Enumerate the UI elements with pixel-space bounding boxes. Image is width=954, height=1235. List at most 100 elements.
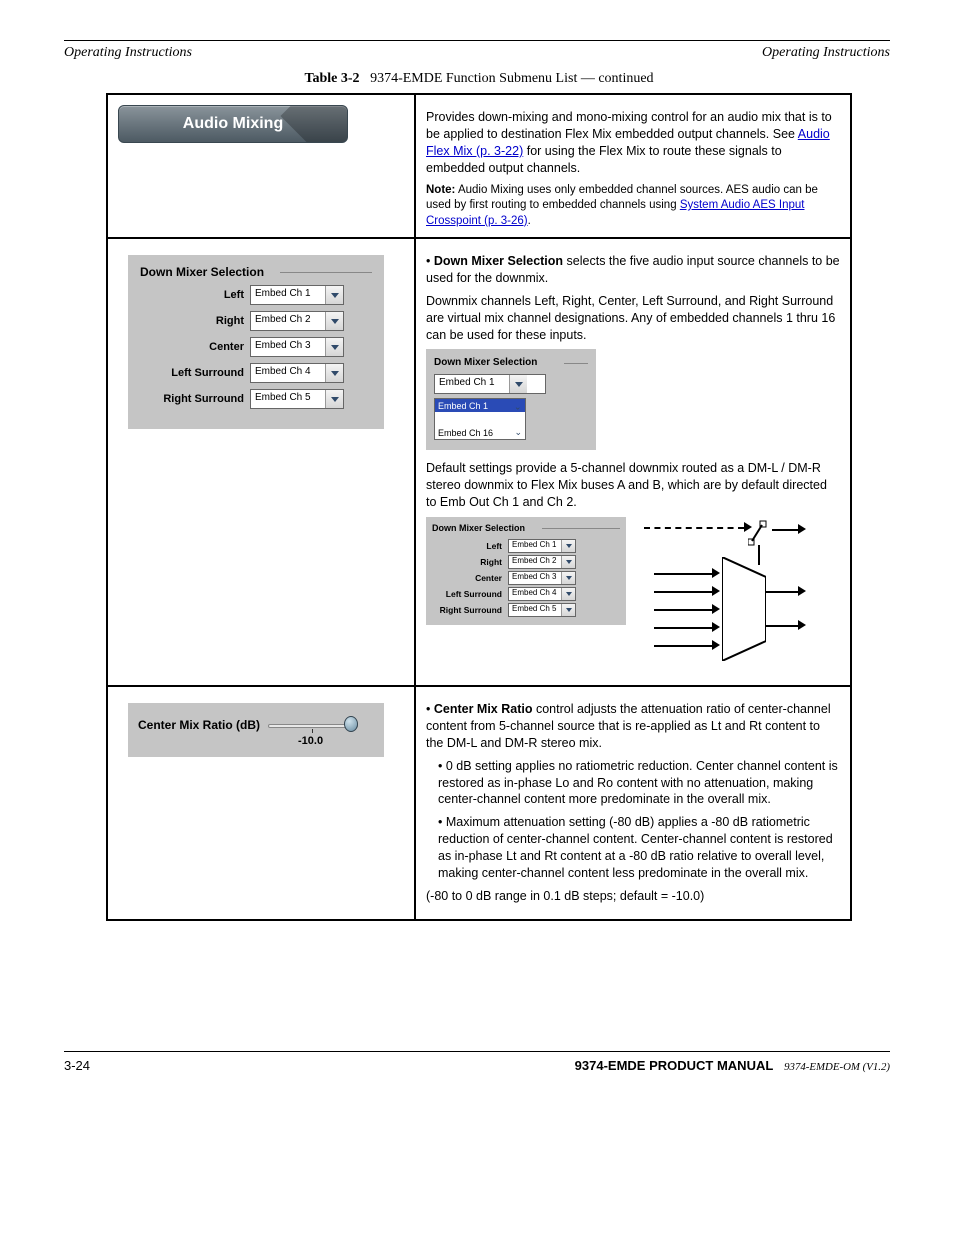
downmix-select-value: Embed Ch 3 <box>251 338 325 356</box>
downmix-select-value: Embed Ch 1 <box>435 375 509 393</box>
center-mix-slider[interactable] <box>268 717 358 733</box>
downmix-panel-mini: Down Mixer Selection Left Embed Ch 1 Rig… <box>426 517 626 625</box>
row1-left: Audio Mixing <box>107 94 415 238</box>
header-left: Operating Instructions <box>64 45 192 61</box>
header-right: Operating Instructions <box>762 45 890 61</box>
downmix-row: Right Surround Embed Ch 5 <box>140 389 372 409</box>
downmix-row: Left Embed Ch 1 <box>140 285 372 305</box>
note-label: Note: <box>426 184 455 196</box>
caption-title: 9374-EMDE Function Submenu List — contin… <box>370 71 653 86</box>
downmix-panel: Down Mixer Selection Left Embed Ch 1 Rig… <box>128 255 384 429</box>
chevron-down-icon[interactable] <box>325 286 343 304</box>
chevron-down-icon[interactable] <box>325 364 343 382</box>
downmix-select-value: Embed Ch 2 <box>251 312 325 330</box>
downmix-select[interactable]: Embed Ch 1 <box>434 374 546 394</box>
chevron-down-icon[interactable] <box>325 390 343 408</box>
downmix-dd-title: Down Mixer Selection <box>434 357 588 368</box>
row3-left: Center Mix Ratio (dB) -10.0 <box>107 686 415 920</box>
downmix-mini-row: Right Embed Ch 2 <box>432 555 620 569</box>
downmix-mini-select-1[interactable]: Embed Ch 2 <box>508 555 576 569</box>
center-mix-value: -10.0 <box>298 735 374 747</box>
row3-item-1: Maximum attenuation setting (-80 dB) app… <box>438 815 833 880</box>
downmix-select-value: Embed Ch 1 <box>251 286 325 304</box>
downmix-row-label: Left <box>140 289 244 301</box>
table-caption: Table 3-2 9374-EMDE Function Submenu Lis… <box>106 71 852 87</box>
row2-desc-c: Default settings provide a 5-channel dow… <box>426 460 840 511</box>
downmix-row-label: Left Surround <box>140 367 244 379</box>
row3-right: • Center Mix Ratio control adjusts the a… <box>415 686 851 920</box>
downmix-mini-value: Embed Ch 2 <box>509 556 561 568</box>
downmix-select-1[interactable]: Embed Ch 2 <box>250 311 344 331</box>
downmix-mini-row: Right Surround Embed Ch 5 <box>432 603 620 617</box>
downmix-mini-label: Left <box>432 541 502 551</box>
chevron-down-icon[interactable] <box>325 338 343 356</box>
downmix-mini-value: Embed Ch 1 <box>509 540 561 552</box>
downmix-select-4[interactable]: Embed Ch 5 <box>250 389 344 409</box>
chevron-down-icon[interactable] <box>561 604 575 616</box>
chevron-down-icon[interactable] <box>561 556 575 568</box>
slider-thumb[interactable] <box>344 716 358 732</box>
downmix-dd-panel: Down Mixer Selection Embed Ch 1 Embed Ch… <box>426 349 596 450</box>
scroll-up-icon[interactable]: ⌃ <box>514 400 522 411</box>
downmix-mini-value: Embed Ch 3 <box>509 572 561 584</box>
downmix-mini-label: Left Surround <box>432 589 502 599</box>
page-header: Operating Instructions Operating Instruc… <box>64 40 890 61</box>
downmix-row: Right Embed Ch 2 <box>140 311 372 331</box>
footer-rev: 9374-EMDE-OM (V1.2) <box>784 1061 890 1073</box>
spec-table: Audio Mixing Provides down-mixing and mo… <box>106 93 852 921</box>
row3-item-0: 0 dB setting applies no ratiometric redu… <box>438 759 838 807</box>
downmix-mini-select-4[interactable]: Embed Ch 5 <box>508 603 576 617</box>
downmix-mini-row: Left Embed Ch 1 <box>432 539 620 553</box>
downmix-mini-value: Embed Ch 4 <box>509 588 561 600</box>
note-text: Audio Mixing uses only embedded channel … <box>426 184 818 227</box>
downmix-mini-title: Down Mixer Selection <box>432 523 620 533</box>
downmix-select-value: Embed Ch 4 <box>251 364 325 382</box>
downmix-mini-select-0[interactable]: Embed Ch 1 <box>508 539 576 553</box>
chevron-down-icon[interactable] <box>561 540 575 552</box>
downmix-mini-label: Center <box>432 573 502 583</box>
page-footer: 3-24 9374-EMDE PRODUCT MANUAL 9374-EMDE-… <box>64 1051 890 1073</box>
caption-prefix: Table 3-2 <box>304 71 359 86</box>
bullet-ctrmix: Center Mix Ratio <box>434 702 533 716</box>
bullet-downmix: Down Mixer Selection <box>434 254 563 268</box>
downmix-mini-select-2[interactable]: Embed Ch 3 <box>508 571 576 585</box>
downmix-row-label: Right Surround <box>140 393 244 405</box>
downmix-mini-label: Right <box>432 557 502 567</box>
downmix-dropdown-list[interactable]: Embed Ch 1 ⌃ Embed Ch 16 ⌄ <box>434 398 526 440</box>
row2-right: • Down Mixer Selection selects the five … <box>415 238 851 686</box>
downmix-mini-row: Center Embed Ch 3 <box>432 571 620 585</box>
footer-left: 3-24 <box>64 1058 90 1073</box>
chevron-down-icon[interactable] <box>509 375 527 393</box>
downmix-select-value: Embed Ch 5 <box>251 390 325 408</box>
downmix-select-3[interactable]: Embed Ch 4 <box>250 363 344 383</box>
audio-mixing-label: Audio Mixing <box>183 115 283 133</box>
downmix-row: Left Surround Embed Ch 4 <box>140 363 372 383</box>
dropdown-item-selected[interactable]: Embed Ch 1 <box>438 401 488 411</box>
downmix-select-2[interactable]: Embed Ch 3 <box>250 337 344 357</box>
downmix-select-0[interactable]: Embed Ch 1 <box>250 285 344 305</box>
downmix-mini-row: Left Surround Embed Ch 4 <box>432 587 620 601</box>
footer-right: 9374-EMDE PRODUCT MANUAL <box>575 1058 774 1073</box>
center-mix-panel: Center Mix Ratio (dB) -10.0 <box>128 703 384 757</box>
downmix-mini-value: Embed Ch 5 <box>509 604 561 616</box>
row1-desc: Provides down-mixing and mono-mixing con… <box>426 109 840 229</box>
row3-range: (-80 to 0 dB range in 0.1 dB steps; defa… <box>426 888 840 905</box>
scroll-down-icon[interactable]: ⌄ <box>514 427 522 438</box>
chevron-down-icon[interactable] <box>561 588 575 600</box>
downmix-row-label: Center <box>140 341 244 353</box>
downmix-mini-label: Right Surround <box>432 605 502 615</box>
downmix-row: Center Embed Ch 3 <box>140 337 372 357</box>
link-flexmix[interactable]: Audio Flex Mix (p. 3-22) <box>426 127 830 158</box>
row1-right: Provides down-mixing and mono-mixing con… <box>415 94 851 238</box>
audio-mixing-button[interactable]: Audio Mixing <box>118 105 348 143</box>
chevron-down-icon[interactable] <box>325 312 343 330</box>
row2-left: Down Mixer Selection Left Embed Ch 1 Rig… <box>107 238 415 686</box>
downmix-title: Down Mixer Selection <box>140 265 372 279</box>
chevron-down-icon[interactable] <box>561 572 575 584</box>
row2-desc-b: Downmix channels Left, Right, Center, Le… <box>426 293 840 344</box>
downmix-mini-select-3[interactable]: Embed Ch 4 <box>508 587 576 601</box>
center-mix-label: Center Mix Ratio (dB) <box>138 718 260 732</box>
downmix-row-label: Right <box>140 315 244 327</box>
link-aes-xpt[interactable]: System Audio AES Input Crosspoint (p. 3-… <box>426 199 804 227</box>
dropdown-item-last[interactable]: Embed Ch 16 <box>438 428 493 438</box>
